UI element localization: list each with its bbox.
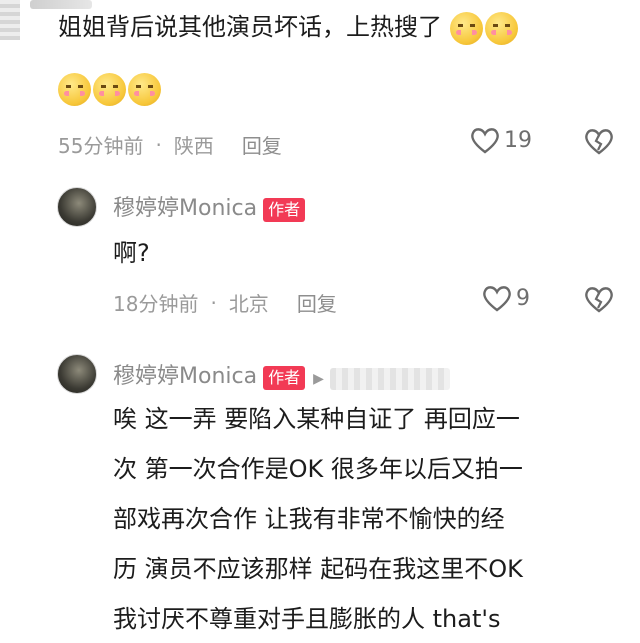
reply2-line: 我讨厌不尊重对手且膨胀的人 that's [113, 605, 501, 633]
separator-dot: · [210, 290, 217, 315]
top-comment-emoji-line [58, 72, 633, 106]
top-comment-line1: 姐姐背后说其他演员坏话，上热搜了 [58, 10, 633, 45]
broken-heart-icon [585, 129, 613, 155]
reply2-line: 唉 这一弄 要陷入某种自证了 再回应一 [113, 405, 520, 433]
reply-button[interactable]: 回复 [297, 288, 337, 317]
avatar[interactable] [57, 354, 97, 394]
top-comment: 姐姐背后说其他演员坏话，上热搜了 [58, 10, 633, 106]
heart-icon [471, 128, 499, 154]
reply2-line: 部戏再次合作 让我有非常不愉快的经 [113, 505, 505, 533]
reply1-header: 穆婷婷Monica 作者 [113, 190, 306, 222]
like-count: 9 [516, 285, 530, 311]
comment-location: 陕西 [173, 134, 214, 158]
dislike-button[interactable] [584, 127, 614, 155]
flushed-face-emoji [128, 72, 161, 106]
blurred-reply-target [329, 367, 450, 390]
top-comment-meta: 55分钟前 · 陕西 回复 [58, 130, 282, 159]
heart-icon [483, 286, 511, 312]
separator-dot: · [155, 132, 162, 157]
username[interactable]: 穆婷婷Monica [113, 364, 257, 389]
dislike-button[interactable] [584, 285, 614, 313]
flushed-face-emoji [58, 72, 91, 106]
reply-button[interactable]: 回复 [242, 130, 282, 159]
flushed-face-emoji [93, 72, 126, 106]
reply2-line: 历 演员不应该那样 起码在我这里不OK [113, 555, 523, 583]
top-comment-text: 姐姐背后说其他演员坏话，上热搜了 [58, 13, 442, 41]
flushed-face-emoji [449, 11, 483, 45]
reply2-header: 穆婷婷Monica 作者 ▶ [113, 358, 450, 390]
avatar[interactable] [57, 187, 97, 227]
like-button[interactable]: 9 [482, 284, 530, 312]
reply2-line: 次 第一次合作是OK 很多年以后又拍一 [113, 455, 523, 483]
author-badge: 作者 [263, 366, 306, 390]
username[interactable]: 穆婷婷Monica [113, 196, 257, 221]
like-button[interactable]: 19 [470, 126, 532, 154]
comment-time: 18分钟前 [113, 292, 199, 316]
like-count: 19 [504, 127, 532, 153]
author-badge: 作者 [263, 198, 306, 222]
blurred-avatar-fragment [0, 0, 20, 40]
reply1-text: 啊? [113, 239, 150, 267]
comment-location: 北京 [228, 292, 269, 316]
reply1-meta: 18分钟前 · 北京 回复 [113, 288, 337, 317]
comment-time: 55分钟前 [58, 134, 144, 158]
blurred-username-fragment [30, 0, 92, 9]
flushed-face-emoji [484, 11, 518, 45]
broken-heart-icon [585, 287, 613, 313]
reply-arrow-icon: ▶ [313, 371, 324, 387]
reply2-body: 唉 这一弄 要陷入某种自证了 再回应一 次 第一次合作是OK 很多年以后又拍一 … [113, 400, 633, 638]
